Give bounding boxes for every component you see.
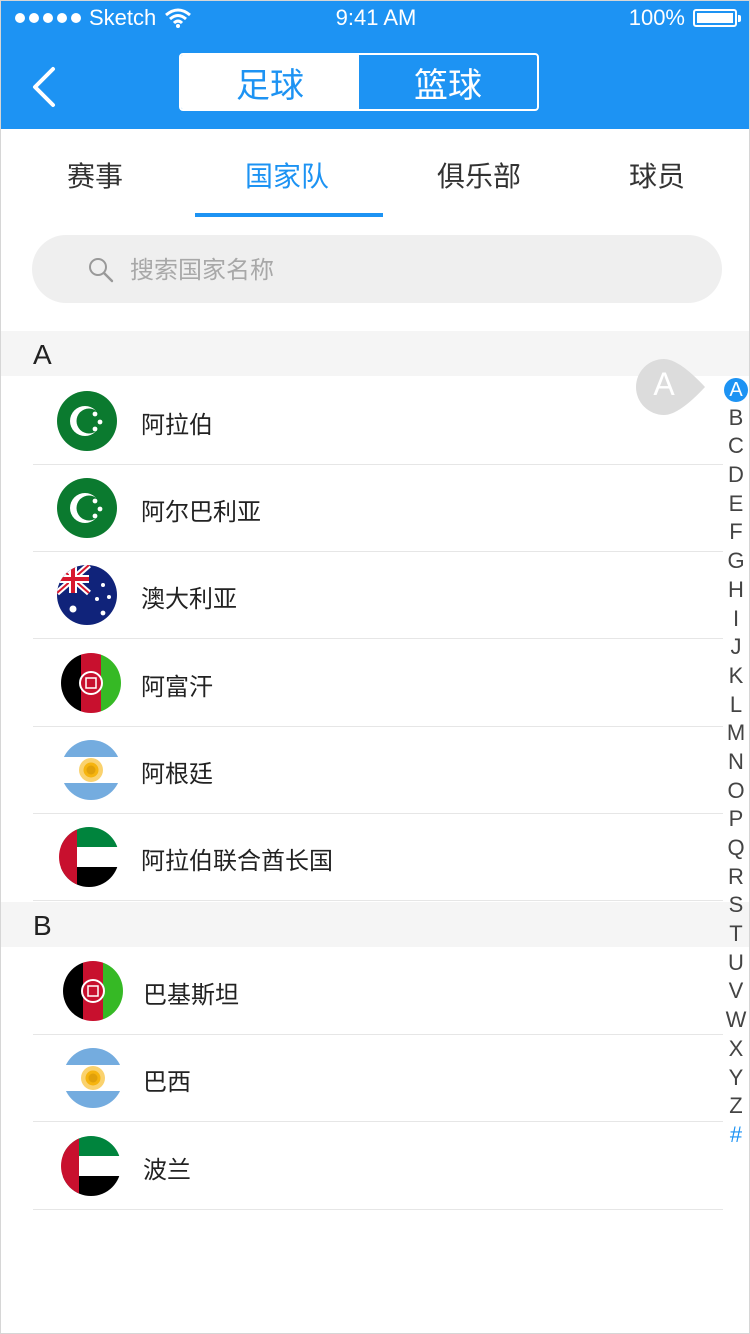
status-bar: Sketch 9:41 AM 100%: [1, 1, 749, 37]
index-preview-letter: A: [653, 366, 675, 402]
index-preview-bubble: A: [635, 358, 721, 416]
argentina-flag-icon: [61, 740, 121, 800]
status-right: 100%: [628, 5, 741, 31]
index-letter-j[interactable]: J: [723, 633, 749, 662]
index-letter-h[interactable]: H: [723, 576, 749, 605]
afghanistan-flag-icon: [61, 653, 121, 713]
tab-events[interactable]: 赛事: [67, 155, 123, 195]
index-letter-r[interactable]: R: [723, 863, 749, 892]
list-item[interactable]: 阿尔巴利亚: [33, 464, 723, 552]
index-letter-w[interactable]: W: [723, 1006, 749, 1035]
active-tab-indicator: [195, 213, 383, 217]
battery-percent: 100%: [628, 5, 685, 30]
list-item[interactable]: 阿拉伯: [33, 377, 723, 465]
index-letter-g[interactable]: G: [723, 547, 749, 576]
index-letter-q[interactable]: Q: [723, 834, 749, 863]
index-letter-m[interactable]: M: [723, 719, 749, 748]
back-button[interactable]: [29, 65, 69, 109]
country-name: 阿根廷: [141, 760, 213, 788]
app-header: Sketch 9:41 AM 100% 足球 篮球: [1, 1, 749, 129]
section-letter: A: [33, 339, 52, 370]
section-letter: B: [33, 910, 52, 941]
index-letter-i[interactable]: I: [723, 605, 749, 634]
list-item[interactable]: 巴西: [33, 1034, 723, 1122]
segment-basketball[interactable]: 篮球: [359, 55, 537, 109]
index-letter-p[interactable]: P: [723, 805, 749, 834]
list-item[interactable]: 阿根廷: [33, 726, 723, 814]
list-item[interactable]: 波兰: [33, 1122, 723, 1210]
uae-flag-icon: [61, 1136, 121, 1196]
index-letter-b[interactable]: B: [723, 404, 749, 433]
country-name: 阿尔巴利亚: [141, 498, 261, 526]
index-letter-s[interactable]: S: [723, 891, 749, 920]
index-letter-f[interactable]: F: [723, 518, 749, 547]
green-crescent-flag-icon: [57, 478, 117, 538]
country-name: 阿拉伯: [141, 411, 213, 439]
list-item[interactable]: 巴基斯坦: [33, 947, 723, 1035]
index-letter-v[interactable]: V: [723, 977, 749, 1006]
index-letter-hash[interactable]: #: [723, 1121, 749, 1150]
index-letter-d[interactable]: D: [723, 461, 749, 490]
index-letter-text: A: [724, 378, 748, 402]
country-name: 波兰: [143, 1156, 191, 1184]
list-item[interactable]: 阿拉伯联合酋长国: [33, 813, 723, 901]
chevron-left-icon: [33, 67, 55, 107]
battery-icon: [693, 9, 741, 27]
index-letter-e[interactable]: E: [723, 490, 749, 519]
afghanistan-flag-icon: [63, 961, 123, 1021]
segment-football[interactable]: 足球: [181, 55, 359, 109]
sport-segmented-control: 足球 篮球: [179, 53, 539, 111]
index-letter-n[interactable]: N: [723, 748, 749, 777]
index-letter-a[interactable]: A: [723, 375, 749, 404]
index-letter-k[interactable]: K: [723, 662, 749, 691]
index-letter-y[interactable]: Y: [723, 1064, 749, 1093]
country-name: 澳大利亚: [141, 585, 237, 613]
search-bar[interactable]: [32, 235, 722, 303]
search-icon: [89, 258, 114, 283]
search-input[interactable]: [128, 249, 632, 291]
list-item[interactable]: 阿富汗: [33, 639, 723, 727]
index-letter-o[interactable]: O: [723, 777, 749, 806]
country-name: 阿富汗: [141, 673, 213, 701]
country-name: 巴西: [143, 1068, 191, 1096]
app-screen: Sketch 9:41 AM 100% 足球 篮球 赛事 国家队 俱乐部 球员 …: [0, 0, 750, 1334]
country-name: 阿拉伯联合酋长国: [141, 847, 333, 875]
argentina-flag-icon: [63, 1048, 123, 1108]
country-name: 巴基斯坦: [143, 981, 239, 1009]
alphabet-index-bar[interactable]: A B C D E F G H I J K L M N O P Q R S T U V W X Y Z #: [723, 375, 749, 1150]
section-header-b: B: [1, 902, 749, 947]
australia-flag-icon: [57, 565, 117, 625]
index-letter-z[interactable]: Z: [723, 1092, 749, 1121]
index-letter-l[interactable]: L: [723, 691, 749, 720]
tab-players[interactable]: 球员: [629, 155, 685, 195]
list-item[interactable]: 澳大利亚: [33, 551, 723, 639]
index-letter-x[interactable]: X: [723, 1035, 749, 1064]
tab-national-teams[interactable]: 国家队: [245, 155, 329, 195]
uae-flag-icon: [59, 827, 119, 887]
category-tabs: 赛事 国家队 俱乐部 球员: [1, 129, 749, 219]
index-letter-c[interactable]: C: [723, 432, 749, 461]
tab-clubs[interactable]: 俱乐部: [437, 155, 521, 195]
index-letter-t[interactable]: T: [723, 920, 749, 949]
index-letter-u[interactable]: U: [723, 949, 749, 978]
green-crescent-flag-icon: [57, 391, 117, 451]
